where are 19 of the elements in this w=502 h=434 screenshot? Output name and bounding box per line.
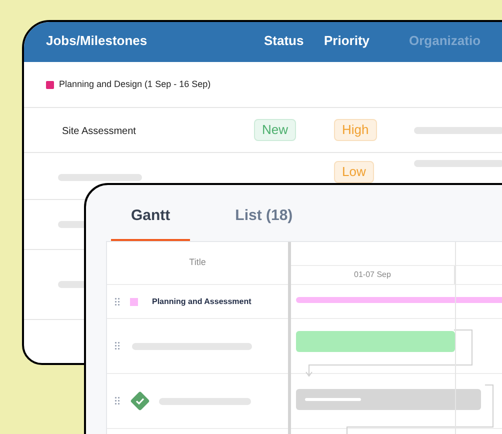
drag-handle-icon[interactable] xyxy=(115,298,120,306)
column-header: Organizatio xyxy=(409,32,482,50)
job-title: Site Assessment xyxy=(62,126,136,137)
drag-handle-icon[interactable] xyxy=(115,397,120,405)
tab[interactable]: List (18) xyxy=(215,185,313,241)
gantt-bar[interactable] xyxy=(296,296,502,302)
priority-badge: High xyxy=(334,119,377,141)
drag-handle-icon[interactable] xyxy=(115,342,120,350)
gantt-bar[interactable] xyxy=(296,330,455,352)
column-header: Priority xyxy=(324,32,371,50)
gantt-bar[interactable] xyxy=(296,388,481,410)
priority-badge: Low xyxy=(334,161,374,183)
status-badge: New xyxy=(254,119,296,141)
date-header: 01-07 Sep xyxy=(354,269,391,281)
group-title: Planning and Assessment xyxy=(152,296,252,308)
column-header: Jobs/Milestones xyxy=(45,32,148,50)
column-header: Title xyxy=(189,256,206,270)
group-title: Planning and Design (1 Sep - 16 Sep) xyxy=(59,78,211,91)
column-header: Status xyxy=(263,32,305,50)
